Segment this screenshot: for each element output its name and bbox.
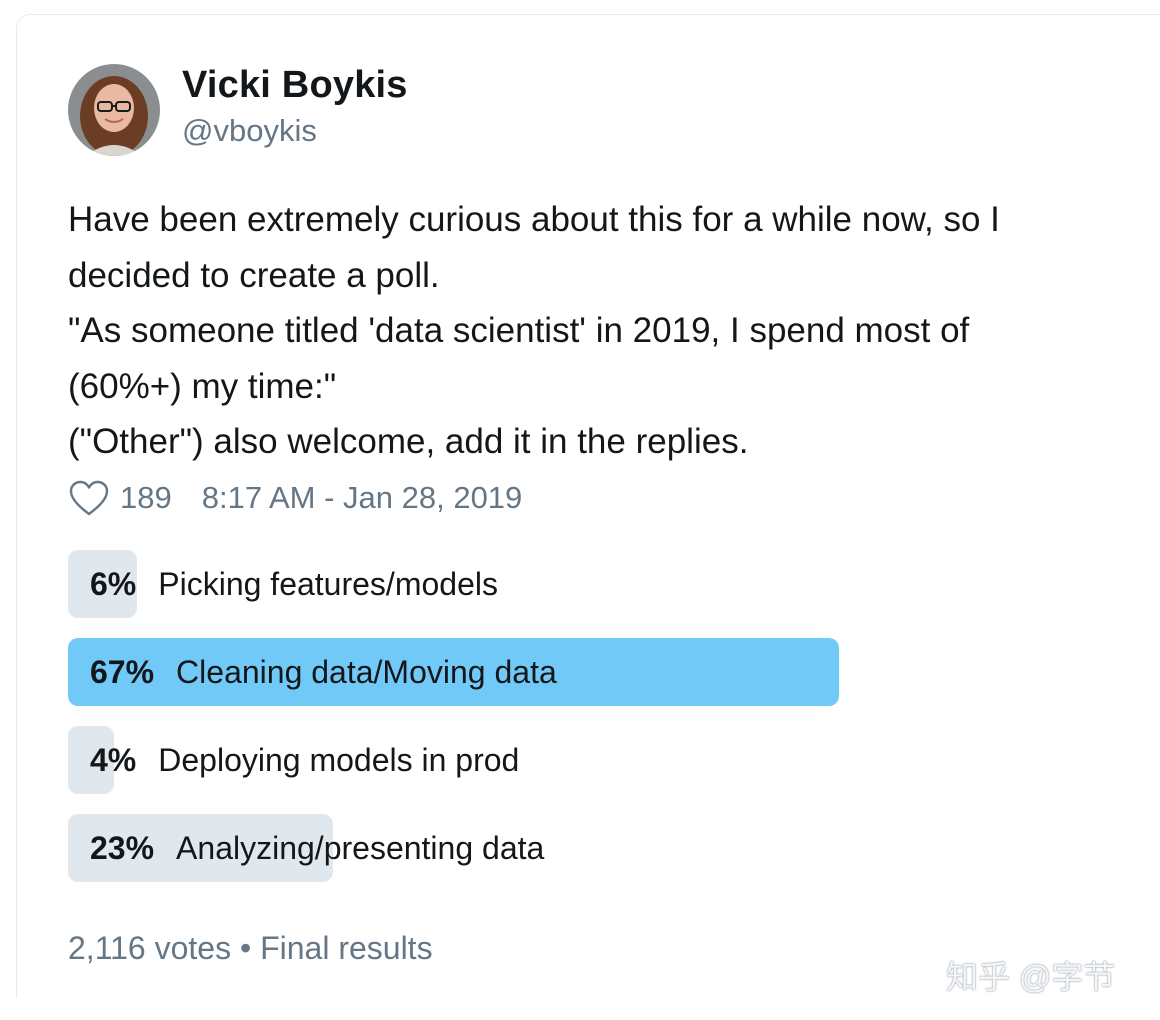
poll-option-percent: 23% [90, 830, 155, 866]
tweet-text-line: decided to create a poll. [68, 255, 440, 295]
poll-option: 4% Deploying models in prod [68, 726, 1138, 794]
tweet-text-line: "As someone titled 'data scientist' in 2… [68, 311, 970, 350]
tweet-text-line: Have been extremely curious about this f… [68, 200, 1000, 239]
heart-outline-icon[interactable] [68, 479, 110, 517]
avatar[interactable] [68, 64, 160, 156]
poll-option-percent: 6% [90, 566, 137, 602]
poll-option-label: Deploying models in prod [158, 742, 520, 778]
author-name[interactable]: Vicki Boykis [182, 64, 408, 107]
poll-option-percent: 67% [90, 654, 155, 690]
poll-option-label: Analyzing/presenting data [176, 830, 545, 866]
avatar-image [68, 64, 160, 156]
poll-option: 67% Cleaning data/Moving data [68, 638, 1138, 706]
poll-option-percent: 4% [90, 742, 137, 778]
tweet-meta: 189 8:17 AM - Jan 28, 2019 [68, 474, 522, 522]
author-handle[interactable]: @vboykis [182, 113, 317, 149]
poll-option-label: Cleaning data/Moving data [176, 654, 557, 690]
watermark: 知乎 @字节 [946, 959, 1116, 995]
tweet-text: Have been extremely curious about this f… [68, 192, 1153, 470]
timestamp[interactable]: 8:17 AM - Jan 28, 2019 [202, 480, 523, 516]
poll-footer: 2,116 votes • Final results [68, 930, 433, 966]
poll-option: 6% Picking features/models [68, 550, 1138, 618]
poll-option: 23% Analyzing/presenting data [68, 814, 1138, 882]
poll-option-label: Picking features/models [158, 566, 498, 602]
tweet-text-line: ("Other") also welcome, add it in the re… [68, 422, 749, 461]
tweet-text-line: (60%+) my time:" [68, 366, 337, 406]
like-count[interactable]: 189 [120, 480, 172, 516]
